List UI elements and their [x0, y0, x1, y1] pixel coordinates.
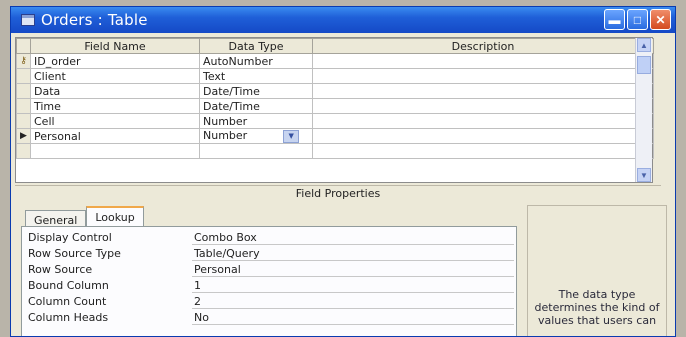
property-label: Row Source Type — [28, 247, 121, 260]
property-value-field[interactable]: Table/Query — [192, 247, 514, 261]
field-name-cell[interactable]: Data — [30, 83, 200, 99]
row-selector[interactable] — [16, 98, 31, 114]
row-selector[interactable] — [16, 68, 31, 84]
field-properties-header: Field Properties — [15, 185, 661, 202]
row-selector[interactable] — [16, 113, 31, 129]
property-label: Row Source — [28, 263, 93, 276]
scroll-up-icon[interactable]: ▲ — [637, 38, 651, 52]
scroll-down-icon[interactable]: ▼ — [637, 168, 651, 182]
table-row[interactable]: ▶ Personal Number ▼ — [16, 128, 654, 144]
field-table: Field Name Data Type Description ⚷ ID_ord… — [16, 38, 654, 159]
row-selector-header — [16, 38, 31, 54]
property-value-field[interactable]: 1 — [192, 279, 514, 293]
description-cell[interactable] — [312, 53, 654, 69]
table-row-empty[interactable] — [16, 143, 654, 159]
column-header-description[interactable]: Description — [312, 38, 654, 54]
data-type-cell[interactable]: AutoNumber — [199, 53, 313, 69]
chevron-down-icon[interactable]: ▼ — [283, 129, 300, 143]
field-name-cell[interactable]: Client — [30, 68, 200, 84]
empty-cell[interactable] — [30, 143, 200, 159]
field-name-cell[interactable]: Time — [30, 98, 200, 114]
data-type-value: AutoNumber — [203, 54, 273, 68]
field-grid: Field Name Data Type Description ⚷ ID_ord… — [15, 37, 654, 183]
data-type-cell[interactable]: Number — [199, 113, 313, 129]
minimize-button[interactable]: ▬ — [604, 9, 625, 30]
table-row[interactable]: Data Date/Time — [16, 83, 654, 99]
table-icon — [21, 14, 35, 26]
data-type-value: Date/Time — [203, 99, 260, 113]
row-selector[interactable] — [16, 83, 31, 99]
table-row[interactable]: Cell Number — [16, 113, 654, 129]
data-type-cell[interactable]: Date/Time — [199, 98, 313, 114]
column-header-data-type[interactable]: Data Type — [199, 38, 313, 54]
help-text: The data type determines the kind of val… — [534, 288, 660, 327]
arrow-right-icon[interactable]: ▶ — [16, 128, 31, 144]
key-icon[interactable]: ⚷ — [16, 53, 31, 69]
description-cell[interactable] — [312, 128, 654, 144]
vertical-scrollbar[interactable]: ▲ ▼ — [635, 38, 652, 182]
empty-cell[interactable] — [312, 143, 654, 159]
field-name-cell[interactable]: Cell — [30, 113, 200, 129]
help-box: The data type determines the kind of val… — [527, 205, 667, 336]
properties-panel: Display Control Combo Box Row Source Type T… — [21, 226, 517, 336]
description-cell[interactable] — [312, 68, 654, 84]
table-design-window: Orders : Table ▬ □ ✕ Field Name Data Typ… — [10, 6, 676, 337]
description-cell[interactable] — [312, 98, 654, 114]
data-type-value: Number — [203, 114, 248, 128]
scroll-thumb[interactable] — [637, 56, 651, 74]
field-name-cell[interactable]: Personal — [30, 128, 200, 144]
table-row[interactable]: Client Text — [16, 68, 654, 84]
property-label: Display Control — [28, 231, 112, 244]
data-type-cell[interactable]: Date/Time — [199, 83, 313, 99]
property-value-field[interactable]: Personal — [192, 263, 514, 277]
property-value-field[interactable]: Combo Box — [192, 231, 514, 245]
row-selector[interactable] — [16, 143, 31, 159]
property-label: Column Heads — [28, 311, 109, 324]
window-title: Orders : Table — [41, 11, 148, 29]
table-row[interactable]: ⚷ ID_order AutoNumber — [16, 53, 654, 69]
description-cell[interactable] — [312, 83, 654, 99]
property-label: Bound Column — [28, 279, 109, 292]
data-type-value: Text — [203, 69, 226, 83]
column-header-field-name[interactable]: Field Name — [30, 38, 200, 54]
empty-cell[interactable] — [199, 143, 313, 159]
property-value-field[interactable]: 2 — [192, 295, 514, 309]
close-button[interactable]: ✕ — [650, 9, 671, 30]
title-bar[interactable]: Orders : Table ▬ □ ✕ — [11, 7, 675, 33]
grid-header-row: Field Name Data Type Description — [16, 38, 654, 54]
table-row[interactable]: Time Date/Time — [16, 98, 654, 114]
data-type-cell[interactable]: Number ▼ — [199, 128, 313, 144]
maximize-button[interactable]: □ — [627, 9, 648, 30]
window-controls: ▬ □ ✕ — [604, 9, 671, 30]
data-type-value: Date/Time — [203, 84, 260, 98]
data-type-value: Number — [203, 129, 248, 143]
property-label: Column Count — [28, 295, 107, 308]
data-type-cell[interactable]: Text — [199, 68, 313, 84]
description-cell[interactable] — [312, 113, 654, 129]
property-value-field[interactable]: No — [192, 311, 514, 325]
field-name-cell[interactable]: ID_order — [30, 53, 200, 69]
